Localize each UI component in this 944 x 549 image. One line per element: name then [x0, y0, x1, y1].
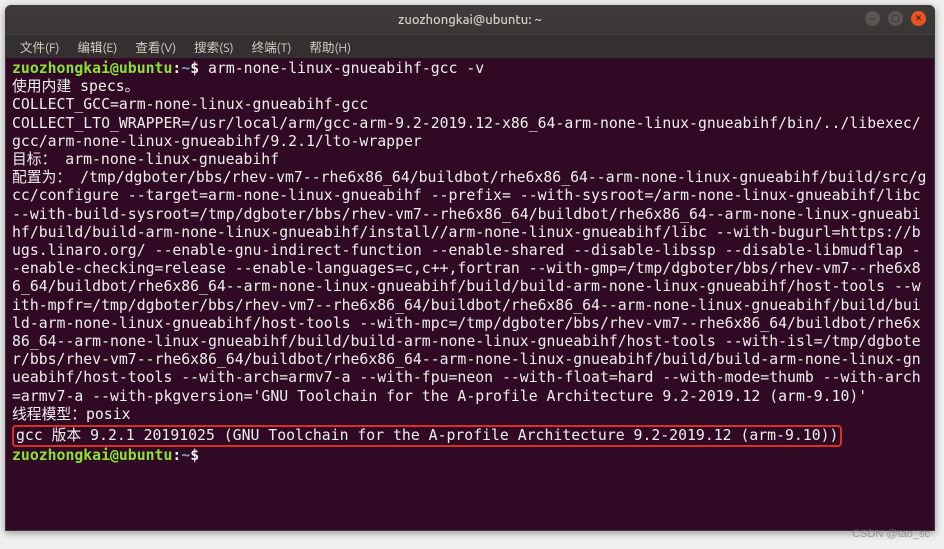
- menu-help[interactable]: 帮助(H): [301, 35, 359, 58]
- out-collect-gcc: COLLECT_GCC=arm-none-linux-gnueabihf-gcc: [12, 96, 368, 113]
- out-collect-lto: COLLECT_LTO_WRAPPER=/usr/local/arm/gcc-a…: [12, 115, 921, 150]
- prompt-sigil-2: $: [190, 447, 199, 464]
- menu-view[interactable]: 查看(V): [127, 35, 184, 58]
- watermark: CSDN @tao_sc: [852, 528, 930, 540]
- menu-terminal[interactable]: 终端(T): [244, 35, 300, 58]
- minimize-button[interactable]: –: [865, 11, 880, 26]
- out-gcc-version-highlight: gcc 版本 9.2.1 20191025 (GNU Toolchain for…: [12, 425, 842, 447]
- window-controls: – ▢ ✕: [865, 11, 926, 26]
- maximize-button[interactable]: ▢: [888, 11, 903, 26]
- out-configure: 配置为： /tmp/dgboter/bbs/rhev-vm7--rhe6x86_…: [12, 169, 930, 404]
- close-button[interactable]: ✕: [911, 11, 926, 26]
- terminal-window: zuozhongkai@ubuntu: ~ – ▢ ✕ 文件(F) 编辑(E) …: [5, 5, 935, 531]
- prompt-path-2: ~: [181, 447, 190, 464]
- prompt-sep-2: :: [172, 447, 181, 464]
- out-target: 目标： arm-none-linux-gnueabihf: [12, 151, 279, 168]
- window-title: zuozhongkai@ubuntu: ~: [398, 13, 542, 27]
- menu-bar: 文件(F) 编辑(E) 查看(V) 搜索(S) 终端(T) 帮助(H): [6, 34, 934, 58]
- prompt-path: ~: [181, 60, 190, 77]
- out-specs: 使用内建 specs。: [12, 78, 139, 95]
- menu-file[interactable]: 文件(F): [12, 35, 67, 58]
- prompt-user-2: zuozhongkai@ubuntu: [12, 447, 172, 464]
- prompt-sigil: $: [190, 60, 199, 77]
- menu-search[interactable]: 搜索(S): [186, 35, 241, 58]
- menu-edit[interactable]: 编辑(E): [69, 35, 125, 58]
- terminal-output-area[interactable]: zuozhongkai@ubuntu:~$ arm-none-linux-gnu…: [6, 58, 934, 530]
- prompt-sep: :: [172, 60, 181, 77]
- prompt-user: zuozhongkai@ubuntu: [12, 60, 172, 77]
- window-titlebar[interactable]: zuozhongkai@ubuntu: ~ – ▢ ✕: [6, 6, 934, 34]
- command-text: arm-none-linux-gnueabihf-gcc -v: [208, 60, 484, 77]
- out-gcc-version: gcc 版本 9.2.1 20191025 (GNU Toolchain for…: [16, 427, 838, 444]
- out-thread-model: 线程模型：posix: [12, 406, 131, 423]
